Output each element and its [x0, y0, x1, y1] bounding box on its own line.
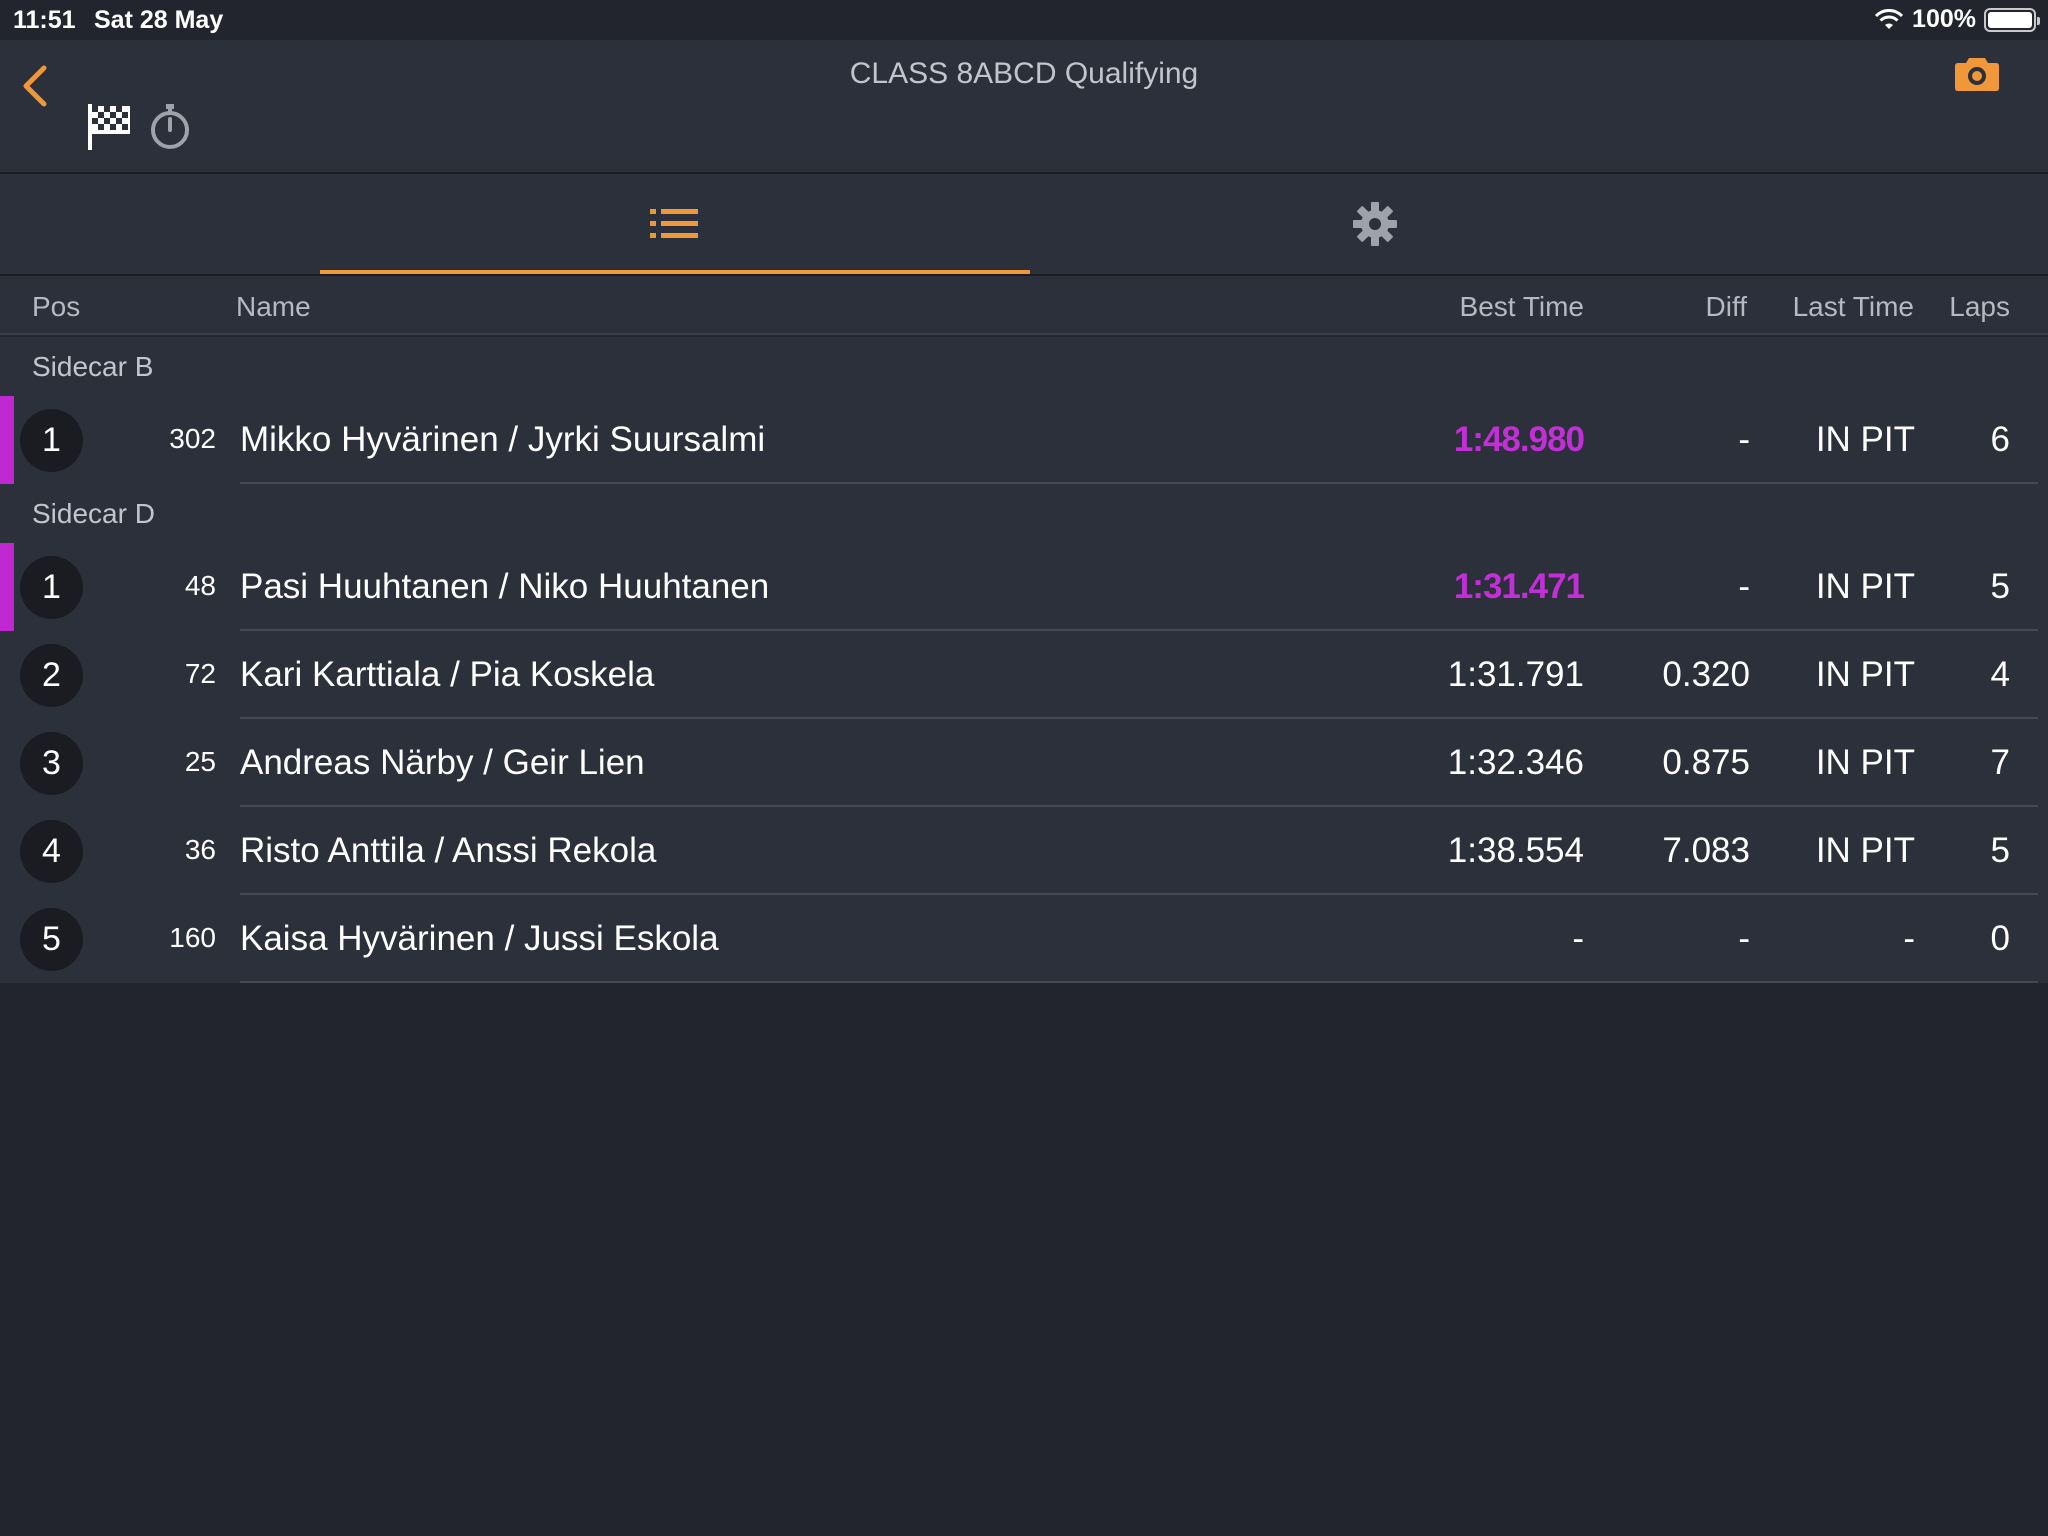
- status-time: 11:51: [13, 6, 76, 34]
- checkered-flag-icon[interactable]: [86, 102, 132, 157]
- race-number: 36: [184, 834, 216, 865]
- position-badge: 2: [20, 644, 83, 707]
- col-diff: Diff: [1705, 291, 1748, 322]
- diff: -: [1738, 919, 1750, 958]
- table-row[interactable]: 1 302 Mikko Hyvärinen / Jyrki Suursalmi …: [0, 396, 2048, 484]
- last-time: IN PIT: [1815, 567, 1915, 606]
- col-pos: Pos: [32, 291, 81, 322]
- col-laps: Laps: [1949, 291, 2010, 322]
- laps: 4: [1990, 655, 2010, 694]
- tab-bar: [0, 174, 2048, 276]
- race-number: 25: [184, 746, 216, 777]
- battery-icon: [1984, 7, 2040, 32]
- best-lap-indicator: [0, 543, 14, 631]
- position-badge: 1: [20, 409, 83, 472]
- diff: 7.083: [1662, 831, 1750, 870]
- best-time: 1:31.471: [1453, 567, 1585, 606]
- diff: 0.875: [1662, 743, 1750, 782]
- tab-results[interactable]: [320, 174, 1030, 274]
- battery-percent: 100%: [1912, 5, 1976, 33]
- driver-name: Risto Anttila / Anssi Rekola: [240, 831, 657, 870]
- table-header: Pos Name Best Time Diff Last Time Laps: [0, 276, 2048, 335]
- status-date: Sat 28 May: [94, 6, 224, 34]
- row-divider: [240, 981, 2038, 983]
- camera-icon: [1955, 58, 1999, 91]
- position-badge: 3: [20, 732, 83, 795]
- list-icon: [650, 209, 698, 238]
- group-header: Sidecar B: [0, 337, 2048, 396]
- laps: 5: [1990, 831, 2010, 870]
- nav-bar: CLASS 8ABCD Qualifying: [0, 40, 2048, 174]
- active-tab-indicator: [320, 270, 1030, 274]
- gear-icon: [1353, 202, 1397, 246]
- col-best-time: Best Time: [1459, 291, 1584, 322]
- diff: -: [1738, 567, 1750, 606]
- wifi-icon: [1874, 8, 1904, 29]
- last-time: IN PIT: [1815, 831, 1915, 870]
- group-header: Sidecar D: [0, 484, 2048, 543]
- diff: -: [1738, 420, 1750, 459]
- table-row[interactable]: 1 48 Pasi Huuhtanen / Niko Huuhtanen 1:3…: [0, 543, 2048, 631]
- best-time: 1:31.791: [1447, 655, 1584, 694]
- col-last-time: Last Time: [1792, 291, 1914, 322]
- driver-name: Mikko Hyvärinen / Jyrki Suursalmi: [240, 420, 766, 459]
- best-time: 1:38.554: [1447, 831, 1584, 870]
- laps: 7: [1990, 743, 2010, 782]
- position-badge: 4: [20, 820, 83, 883]
- diff: 0.320: [1662, 655, 1750, 694]
- driver-name: Pasi Huuhtanen / Niko Huuhtanen: [240, 567, 770, 606]
- position-badge: 1: [20, 556, 83, 619]
- race-number: 302: [169, 423, 216, 454]
- col-name: Name: [236, 291, 311, 322]
- laps: 6: [1990, 420, 2010, 459]
- best-time: 1:32.346: [1447, 743, 1584, 782]
- position-badge: 5: [20, 908, 83, 971]
- driver-name: Andreas Närby / Geir Lien: [240, 743, 645, 782]
- table-row[interactable]: 3 25 Andreas Närby / Geir Lien 1:32.346 …: [0, 719, 2048, 807]
- race-number: 160: [169, 922, 216, 953]
- race-number: 48: [184, 570, 216, 601]
- last-time: IN PIT: [1815, 743, 1915, 782]
- table-row[interactable]: 5 160 Kaisa Hyvärinen / Jussi Eskola - -…: [0, 895, 2048, 983]
- last-time: -: [1903, 919, 1915, 958]
- laps: 0: [1990, 919, 2010, 958]
- status-bar: 11:51 Sat 28 May 100%: [0, 0, 2048, 40]
- best-time: 1:48.980: [1453, 420, 1585, 459]
- race-number: 72: [184, 658, 216, 689]
- best-lap-indicator: [0, 396, 14, 484]
- camera-button[interactable]: [1954, 54, 2000, 97]
- tab-settings[interactable]: [1030, 174, 1720, 274]
- last-time: IN PIT: [1815, 655, 1915, 694]
- driver-name: Kaisa Hyvärinen / Jussi Eskola: [240, 919, 719, 958]
- page-title: CLASS 8ABCD Qualifying: [849, 57, 1199, 90]
- table-row[interactable]: 2 72 Kari Karttiala / Pia Koskela 1:31.7…: [0, 631, 2048, 719]
- laps: 5: [1990, 567, 2010, 606]
- driver-name: Kari Karttiala / Pia Koskela: [240, 655, 655, 694]
- group-title: Sidecar B: [32, 351, 154, 382]
- stopwatch-icon[interactable]: [148, 102, 192, 157]
- status-right: 100%: [1874, 5, 2040, 34]
- table-row[interactable]: 4 36 Risto Anttila / Anssi Rekola 1:38.5…: [0, 807, 2048, 895]
- group-title: Sidecar D: [32, 498, 155, 529]
- last-time: IN PIT: [1815, 420, 1915, 459]
- best-time: -: [1572, 919, 1584, 958]
